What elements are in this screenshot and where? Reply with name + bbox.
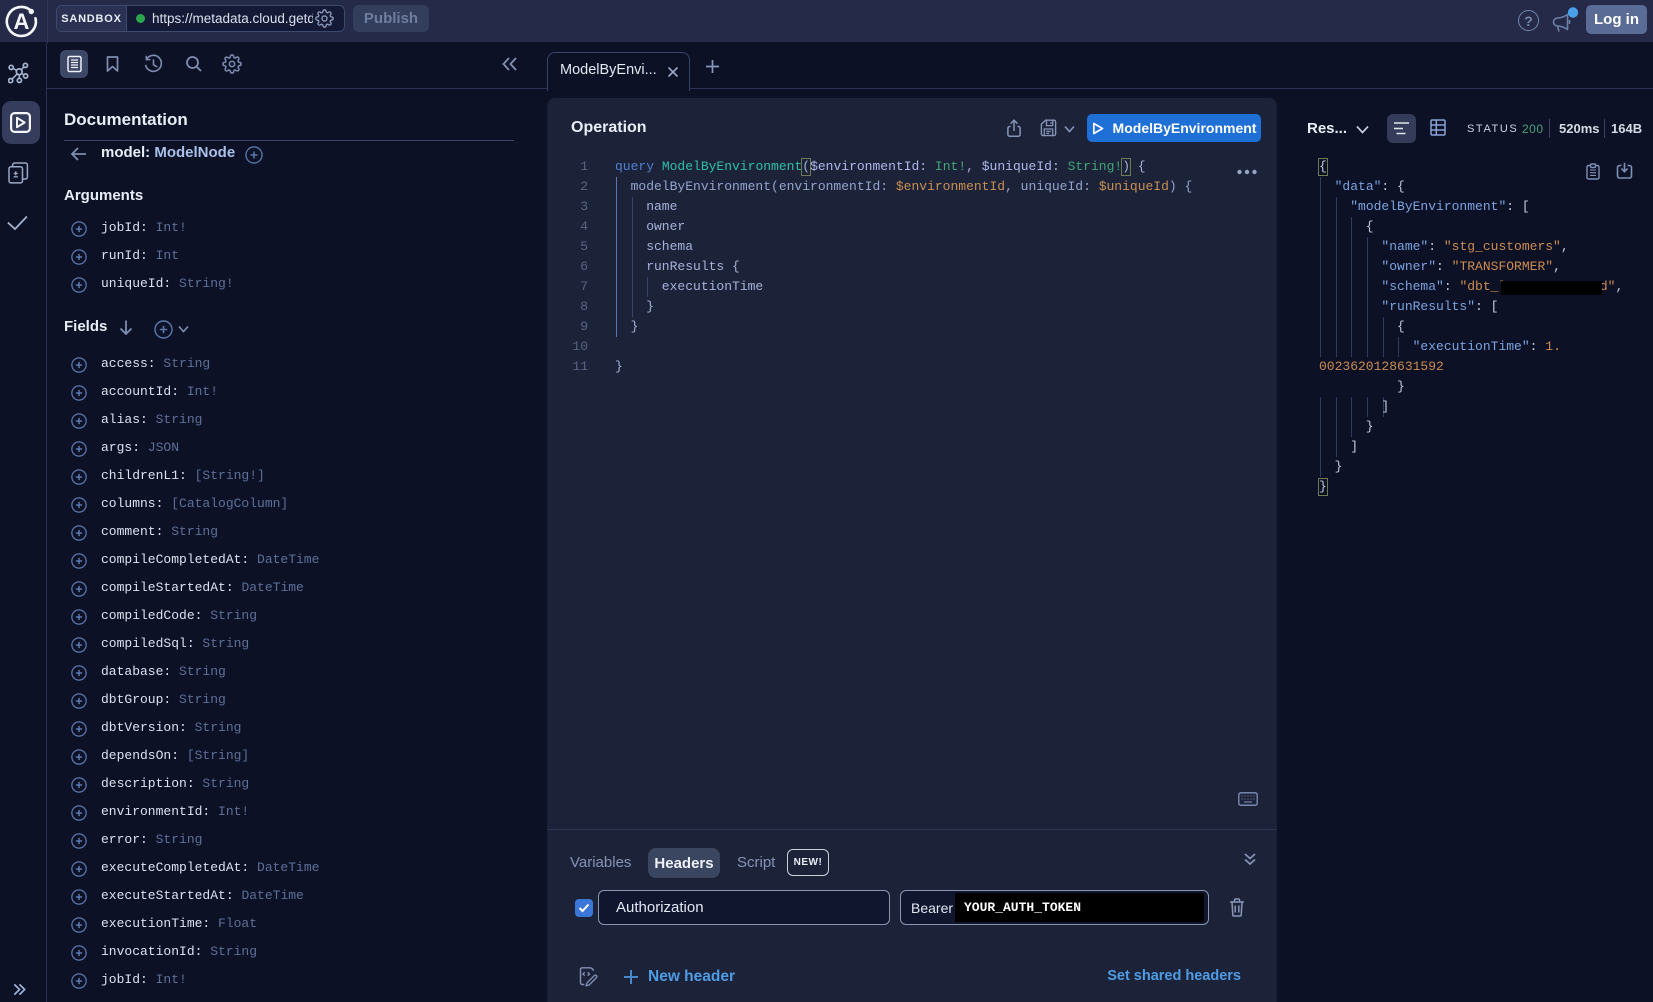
svg-text:A: A [14,9,30,34]
